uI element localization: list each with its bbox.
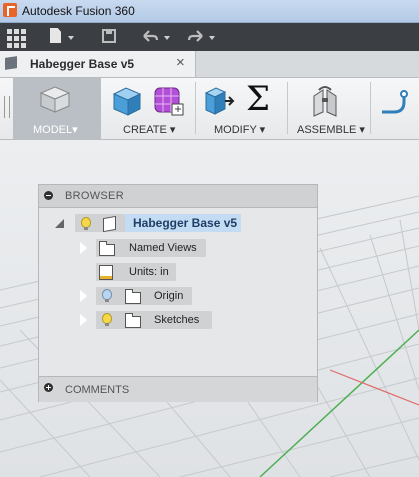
- tree-row-named-views[interactable]: Named Views: [39, 238, 317, 258]
- collapsed-triangle-icon[interactable]: [78, 313, 87, 327]
- workspace-label: MODEL▾: [33, 124, 78, 136]
- collapsed-triangle-icon[interactable]: [78, 241, 87, 255]
- expand-icon[interactable]: [44, 383, 53, 392]
- undo-icon[interactable]: [140, 27, 170, 47]
- chevron-down-icon: [68, 36, 74, 40]
- visibility-bulb-off-icon[interactable]: [102, 289, 112, 302]
- component-icon: [103, 215, 116, 233]
- units-document-icon: [99, 265, 113, 280]
- document-tab-label: Habegger Base v5: [30, 57, 135, 71]
- ribbon-divider: [195, 82, 196, 134]
- tree-node-named-views[interactable]: Named Views: [96, 239, 206, 257]
- window-title: Autodesk Fusion 360: [22, 4, 135, 18]
- close-icon[interactable]: ×: [176, 55, 185, 71]
- form-icon[interactable]: [152, 84, 186, 118]
- folder-icon: [99, 241, 115, 256]
- folder-icon: [125, 313, 141, 328]
- sketch-curve-icon[interactable]: [380, 84, 414, 118]
- browser-header[interactable]: BROWSER: [39, 185, 317, 208]
- toolbar-ribbon: MODEL▾ CREATE ▾ Σ MODIFY ▾ ASSEMBLE ▾: [0, 78, 419, 140]
- file-menu-icon[interactable]: [50, 27, 74, 47]
- root-component-label: Habegger Base v5: [133, 216, 238, 230]
- collapsed-triangle-icon[interactable]: [78, 289, 87, 303]
- redo-icon[interactable]: [185, 27, 215, 47]
- ribbon-divider: [287, 82, 288, 134]
- ribbon-grip-handle[interactable]: [4, 96, 10, 118]
- chevron-down-icon[interactable]: [164, 36, 170, 40]
- comments-title: COMMENTS: [65, 384, 130, 396]
- box-icon[interactable]: [110, 84, 144, 118]
- joint-icon[interactable]: [309, 84, 343, 118]
- fusion-app-icon: [3, 3, 17, 17]
- chevron-down-icon[interactable]: [209, 36, 215, 40]
- ribbon-divider: [370, 82, 371, 134]
- document-tab-bar: Habegger Base v5 ×: [0, 51, 419, 78]
- tree-row-units[interactable]: Units: in: [39, 262, 317, 282]
- tree-root-row[interactable]: Habegger Base v5: [39, 214, 317, 234]
- model-workspace-icon: [39, 86, 71, 113]
- expanded-triangle-icon[interactable]: [55, 219, 64, 228]
- tree-row-origin[interactable]: Origin: [39, 286, 317, 306]
- save-icon[interactable]: [102, 27, 118, 47]
- collapse-icon[interactable]: [44, 191, 53, 200]
- root-label-highlight[interactable]: Habegger Base v5: [125, 214, 241, 232]
- comments-panel-header[interactable]: COMMENTS: [39, 376, 317, 402]
- visibility-bulb-icon[interactable]: [102, 313, 112, 326]
- document-tab[interactable]: Habegger Base v5 ×: [0, 51, 196, 77]
- press-pull-icon[interactable]: [203, 84, 237, 118]
- named-views-label: Named Views: [129, 242, 197, 254]
- tree-node-origin[interactable]: Origin: [96, 287, 192, 305]
- tree-node-sketches[interactable]: Sketches: [96, 311, 212, 329]
- sigma-icon[interactable]: Σ: [246, 80, 270, 118]
- tree-node-root[interactable]: Habegger Base v5: [75, 214, 241, 233]
- apps-grid-icon[interactable]: [6, 27, 26, 48]
- create-menu-label[interactable]: CREATE ▾: [123, 123, 175, 136]
- quick-access-toolbar: [0, 23, 419, 51]
- units-label: Units: in: [129, 266, 169, 278]
- tree-node-units[interactable]: Units: in: [96, 263, 176, 281]
- sketches-label: Sketches: [154, 314, 200, 326]
- browser-title: BROWSER: [65, 190, 124, 202]
- design-icon: [5, 56, 17, 70]
- title-bar: Autodesk Fusion 360: [0, 0, 419, 23]
- modify-menu-label[interactable]: MODIFY ▾: [214, 123, 265, 136]
- assemble-menu-label[interactable]: ASSEMBLE ▾: [297, 123, 365, 136]
- folder-icon: [125, 289, 141, 304]
- origin-label: Origin: [154, 290, 184, 302]
- workspace-switcher[interactable]: MODEL▾: [13, 78, 101, 139]
- tree-row-sketches[interactable]: Sketches: [39, 310, 317, 330]
- browser-tree: Habegger Base v5 Named Views Units: in O…: [39, 208, 317, 376]
- visibility-bulb-icon[interactable]: [81, 217, 91, 230]
- browser-panel: BROWSER Habegger Base v5 Named Views Uni…: [38, 184, 318, 402]
